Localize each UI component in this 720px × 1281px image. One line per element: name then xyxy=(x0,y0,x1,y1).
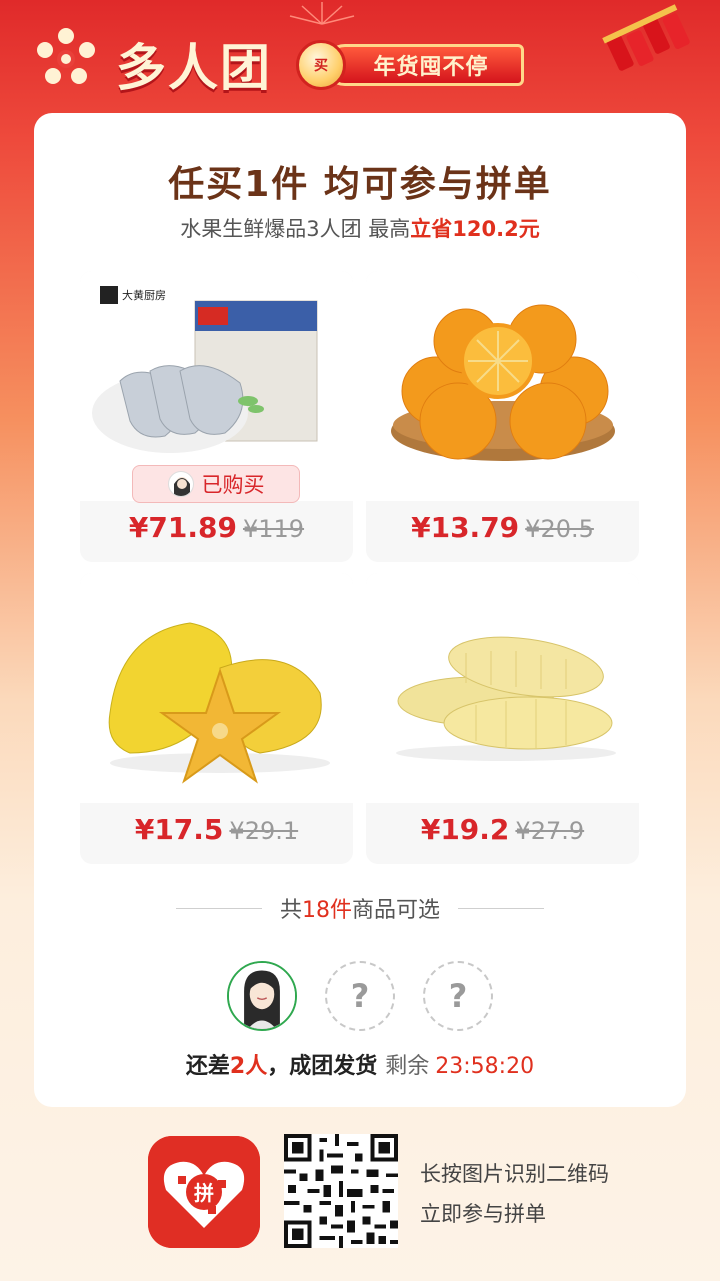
group-status: 还差2人，成团发货 剩余 23:58:20 xyxy=(34,1048,686,1080)
time-left-label: 剩余 xyxy=(385,1054,430,1079)
current-price: ¥17.5 xyxy=(134,813,224,846)
group-buy-card: 任买1件 均可参与拼单 水果生鲜爆品3人团 最高立省120.2元 大黄厨房 已购… xyxy=(34,113,686,1107)
footer-line2: 立即参与拼单 xyxy=(420,1202,546,1226)
original-price: ¥29.1 xyxy=(229,817,299,845)
price-row: ¥17.5 ¥29.1 xyxy=(80,813,353,846)
card-subtitle: 水果生鲜爆品3人团 最高立省120.2元 xyxy=(34,213,686,243)
card-title: 任买1件 均可参与拼单 xyxy=(168,164,552,205)
slogan-badge: 年货囤不停 买 xyxy=(296,40,528,90)
divider-line xyxy=(458,907,545,909)
empty-member-slot: ? xyxy=(325,961,395,1031)
coin-icon: 买 xyxy=(296,40,346,90)
pinduoduo-app-icon: 拼 xyxy=(148,1136,260,1248)
product-count-divider: 共18件商品可选 xyxy=(34,893,686,923)
group-members: ? ? xyxy=(34,961,686,1033)
corn-image xyxy=(366,573,639,803)
footer-line1: 长按图片识别二维码 xyxy=(420,1162,609,1186)
question-mark: ? xyxy=(350,977,370,1015)
product-card-starfruit[interactable]: ¥17.5 ¥29.1 xyxy=(80,573,353,864)
divider-suffix: 商品可选 xyxy=(352,898,441,923)
divider-prefix: 共 xyxy=(279,898,302,923)
header-banner: 多人团 年货囤不停 买 xyxy=(0,0,720,110)
group-logo-icon xyxy=(37,28,95,84)
product-card-shrimp[interactable]: 大黄厨房 已购买 ¥71.89 ¥119 xyxy=(80,271,353,562)
current-price: ¥19.2 xyxy=(420,813,510,846)
status-prefix: 还差 xyxy=(185,1054,230,1079)
countdown-timer: 23:58:20 xyxy=(435,1054,535,1079)
empty-member-slot: ? xyxy=(423,961,493,1031)
price-row: ¥71.89 ¥119 xyxy=(80,511,353,544)
current-price: ¥13.79 xyxy=(411,511,520,544)
price-row: ¥19.2 ¥27.9 xyxy=(366,813,639,846)
subtitle-text: 水果生鲜爆品3人团 最高 xyxy=(180,217,411,241)
firework-decoration xyxy=(289,2,355,25)
current-price: ¥71.89 xyxy=(128,511,237,544)
remaining-count: 2人 xyxy=(229,1054,268,1079)
original-price: ¥20.5 xyxy=(525,515,594,543)
price-row: ¥13.79 ¥20.5 xyxy=(366,511,639,544)
oranges-image xyxy=(366,271,639,501)
bought-label: 已购买 xyxy=(201,473,265,497)
footer-instructions: 长按图片识别二维码 立即参与拼单 xyxy=(420,1154,609,1234)
status-suffix: ，成团发货 xyxy=(267,1054,378,1079)
divider-line xyxy=(175,907,262,909)
original-price: ¥119 xyxy=(242,515,305,543)
original-price: ¥27.9 xyxy=(515,817,585,845)
savings-highlight: 立省120.2元 xyxy=(410,217,540,241)
qr-code[interactable] xyxy=(284,1134,398,1248)
footer: 拼 长按图片识别二维码 立即参与拼单 xyxy=(0,1130,720,1260)
product-card-corn[interactable]: ¥19.2 ¥27.9 xyxy=(366,573,639,864)
bought-badge: 已购买 xyxy=(132,465,300,503)
app-icon-char: 拼 xyxy=(194,1181,214,1205)
starfruit-image xyxy=(80,573,353,803)
product-count-text: 共18件商品可选 xyxy=(280,892,440,924)
status-main-text: 还差2人，成团发货 xyxy=(186,1054,377,1079)
brand-logo-text: 大黄厨房 xyxy=(122,288,166,302)
slogan-text: 年货囤不停 xyxy=(324,44,524,86)
product-count: 18件 xyxy=(302,898,352,923)
page-title: 多人团 xyxy=(116,39,272,97)
member-avatar[interactable] xyxy=(227,961,297,1031)
buyer-avatar xyxy=(167,471,194,497)
product-card-oranges[interactable]: ¥13.79 ¥20.5 xyxy=(366,271,639,562)
firecracker-icon xyxy=(602,4,690,71)
question-mark: ? xyxy=(448,977,468,1015)
